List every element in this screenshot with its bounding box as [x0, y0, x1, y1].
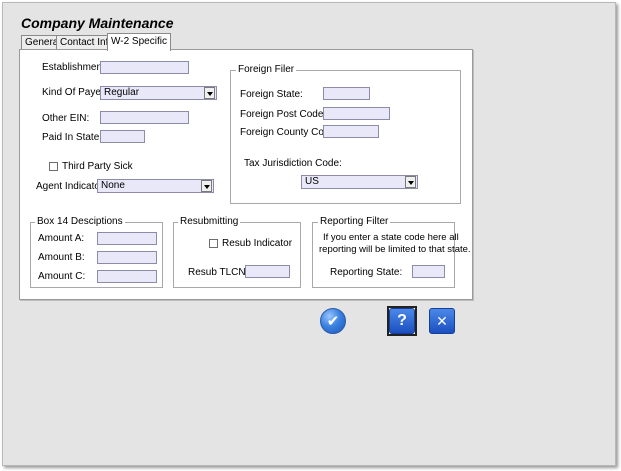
foreign-post-code-field[interactable]	[323, 107, 390, 120]
agent-indicator-label: Agent Indicator:	[36, 181, 107, 192]
amount-b-label: Amount B:	[38, 252, 85, 263]
resub-tlcn-label: Resub TLCN:	[188, 267, 249, 278]
establishment-field[interactable]	[100, 61, 189, 74]
paid-in-state-field[interactable]	[100, 130, 145, 143]
resub-indicator-label: Resub Indicator	[222, 238, 293, 249]
question-mark-icon: ?	[397, 312, 407, 329]
company-maintenance-window: Company Maintenance General Contact Info…	[2, 2, 616, 466]
reporting-filter-group: Reporting Filter If you enter a state co…	[312, 216, 471, 288]
other-ein-label: Other EIN:	[42, 113, 90, 124]
close-icon: ✕	[436, 312, 448, 329]
kind-of-payer-select[interactable]: Regular	[100, 86, 217, 100]
w2-specific-panel: Establishment: Kind Of Payer: Regular Ot…	[19, 49, 473, 300]
resub-tlcn-field[interactable]	[245, 265, 290, 278]
chevron-down-icon[interactable]	[204, 87, 215, 99]
tax-jurisdiction-value: US	[305, 176, 319, 187]
third-party-sick-checkbox[interactable]	[49, 162, 58, 171]
paid-in-state-label: Paid In State:	[42, 132, 103, 143]
help-button-focus: ?	[387, 306, 417, 336]
tab-w2-specific[interactable]: W-2 Specific	[107, 33, 171, 51]
kind-of-payer-label: Kind Of Payer:	[42, 87, 108, 98]
reporting-filter-note-line2: reporting will be limited to that state.	[319, 244, 471, 255]
resub-indicator-checkbox[interactable]	[209, 239, 218, 248]
chevron-down-icon[interactable]	[405, 176, 416, 188]
box14-group: Box 14 Desciptions Amount A: Amount B: A…	[30, 216, 163, 288]
foreign-state-field[interactable]	[323, 87, 370, 100]
help-button[interactable]: ?	[389, 308, 415, 334]
agent-indicator-select[interactable]: None	[97, 179, 214, 193]
resubmitting-legend: Resubmitting	[178, 216, 241, 227]
reporting-state-label: Reporting State:	[330, 267, 403, 278]
amount-c-field[interactable]	[97, 270, 157, 283]
amount-a-field[interactable]	[97, 232, 157, 245]
chevron-down-icon[interactable]	[201, 180, 212, 192]
tax-jurisdiction-label: Tax Jurisdiction Code:	[244, 158, 342, 169]
box14-legend: Box 14 Desciptions	[35, 216, 125, 227]
checkmark-icon: ✔	[326, 312, 340, 330]
close-button[interactable]: ✕	[429, 308, 455, 334]
kind-of-payer-value: Regular	[104, 87, 140, 98]
foreign-county-code-field[interactable]	[323, 125, 379, 138]
agent-indicator-value: None	[101, 180, 125, 191]
reporting-filter-legend: Reporting Filter	[318, 216, 391, 227]
ok-button[interactable]: ✔	[320, 308, 346, 334]
amount-a-label: Amount A:	[38, 233, 85, 244]
window-title: Company Maintenance	[21, 15, 174, 31]
foreign-post-code-label: Foreign Post Code:	[240, 109, 327, 120]
amount-b-field[interactable]	[97, 251, 157, 264]
foreign-state-label: Foreign State:	[240, 89, 303, 100]
reporting-state-field[interactable]	[412, 265, 445, 278]
third-party-sick-label: Third Party Sick	[62, 161, 133, 172]
other-ein-field[interactable]	[100, 111, 189, 124]
resubmitting-group: Resubmitting Resub Indicator Resub TLCN:	[173, 216, 301, 288]
foreign-filer-legend: Foreign Filer	[236, 64, 297, 75]
foreign-filer-group: Foreign Filer Foreign State: Foreign Pos…	[230, 64, 461, 204]
tax-jurisdiction-select[interactable]: US	[301, 175, 418, 189]
amount-c-label: Amount C:	[38, 271, 86, 282]
reporting-filter-note-line1: If you enter a state code here all	[323, 232, 459, 243]
establishment-label: Establishment:	[42, 62, 108, 73]
